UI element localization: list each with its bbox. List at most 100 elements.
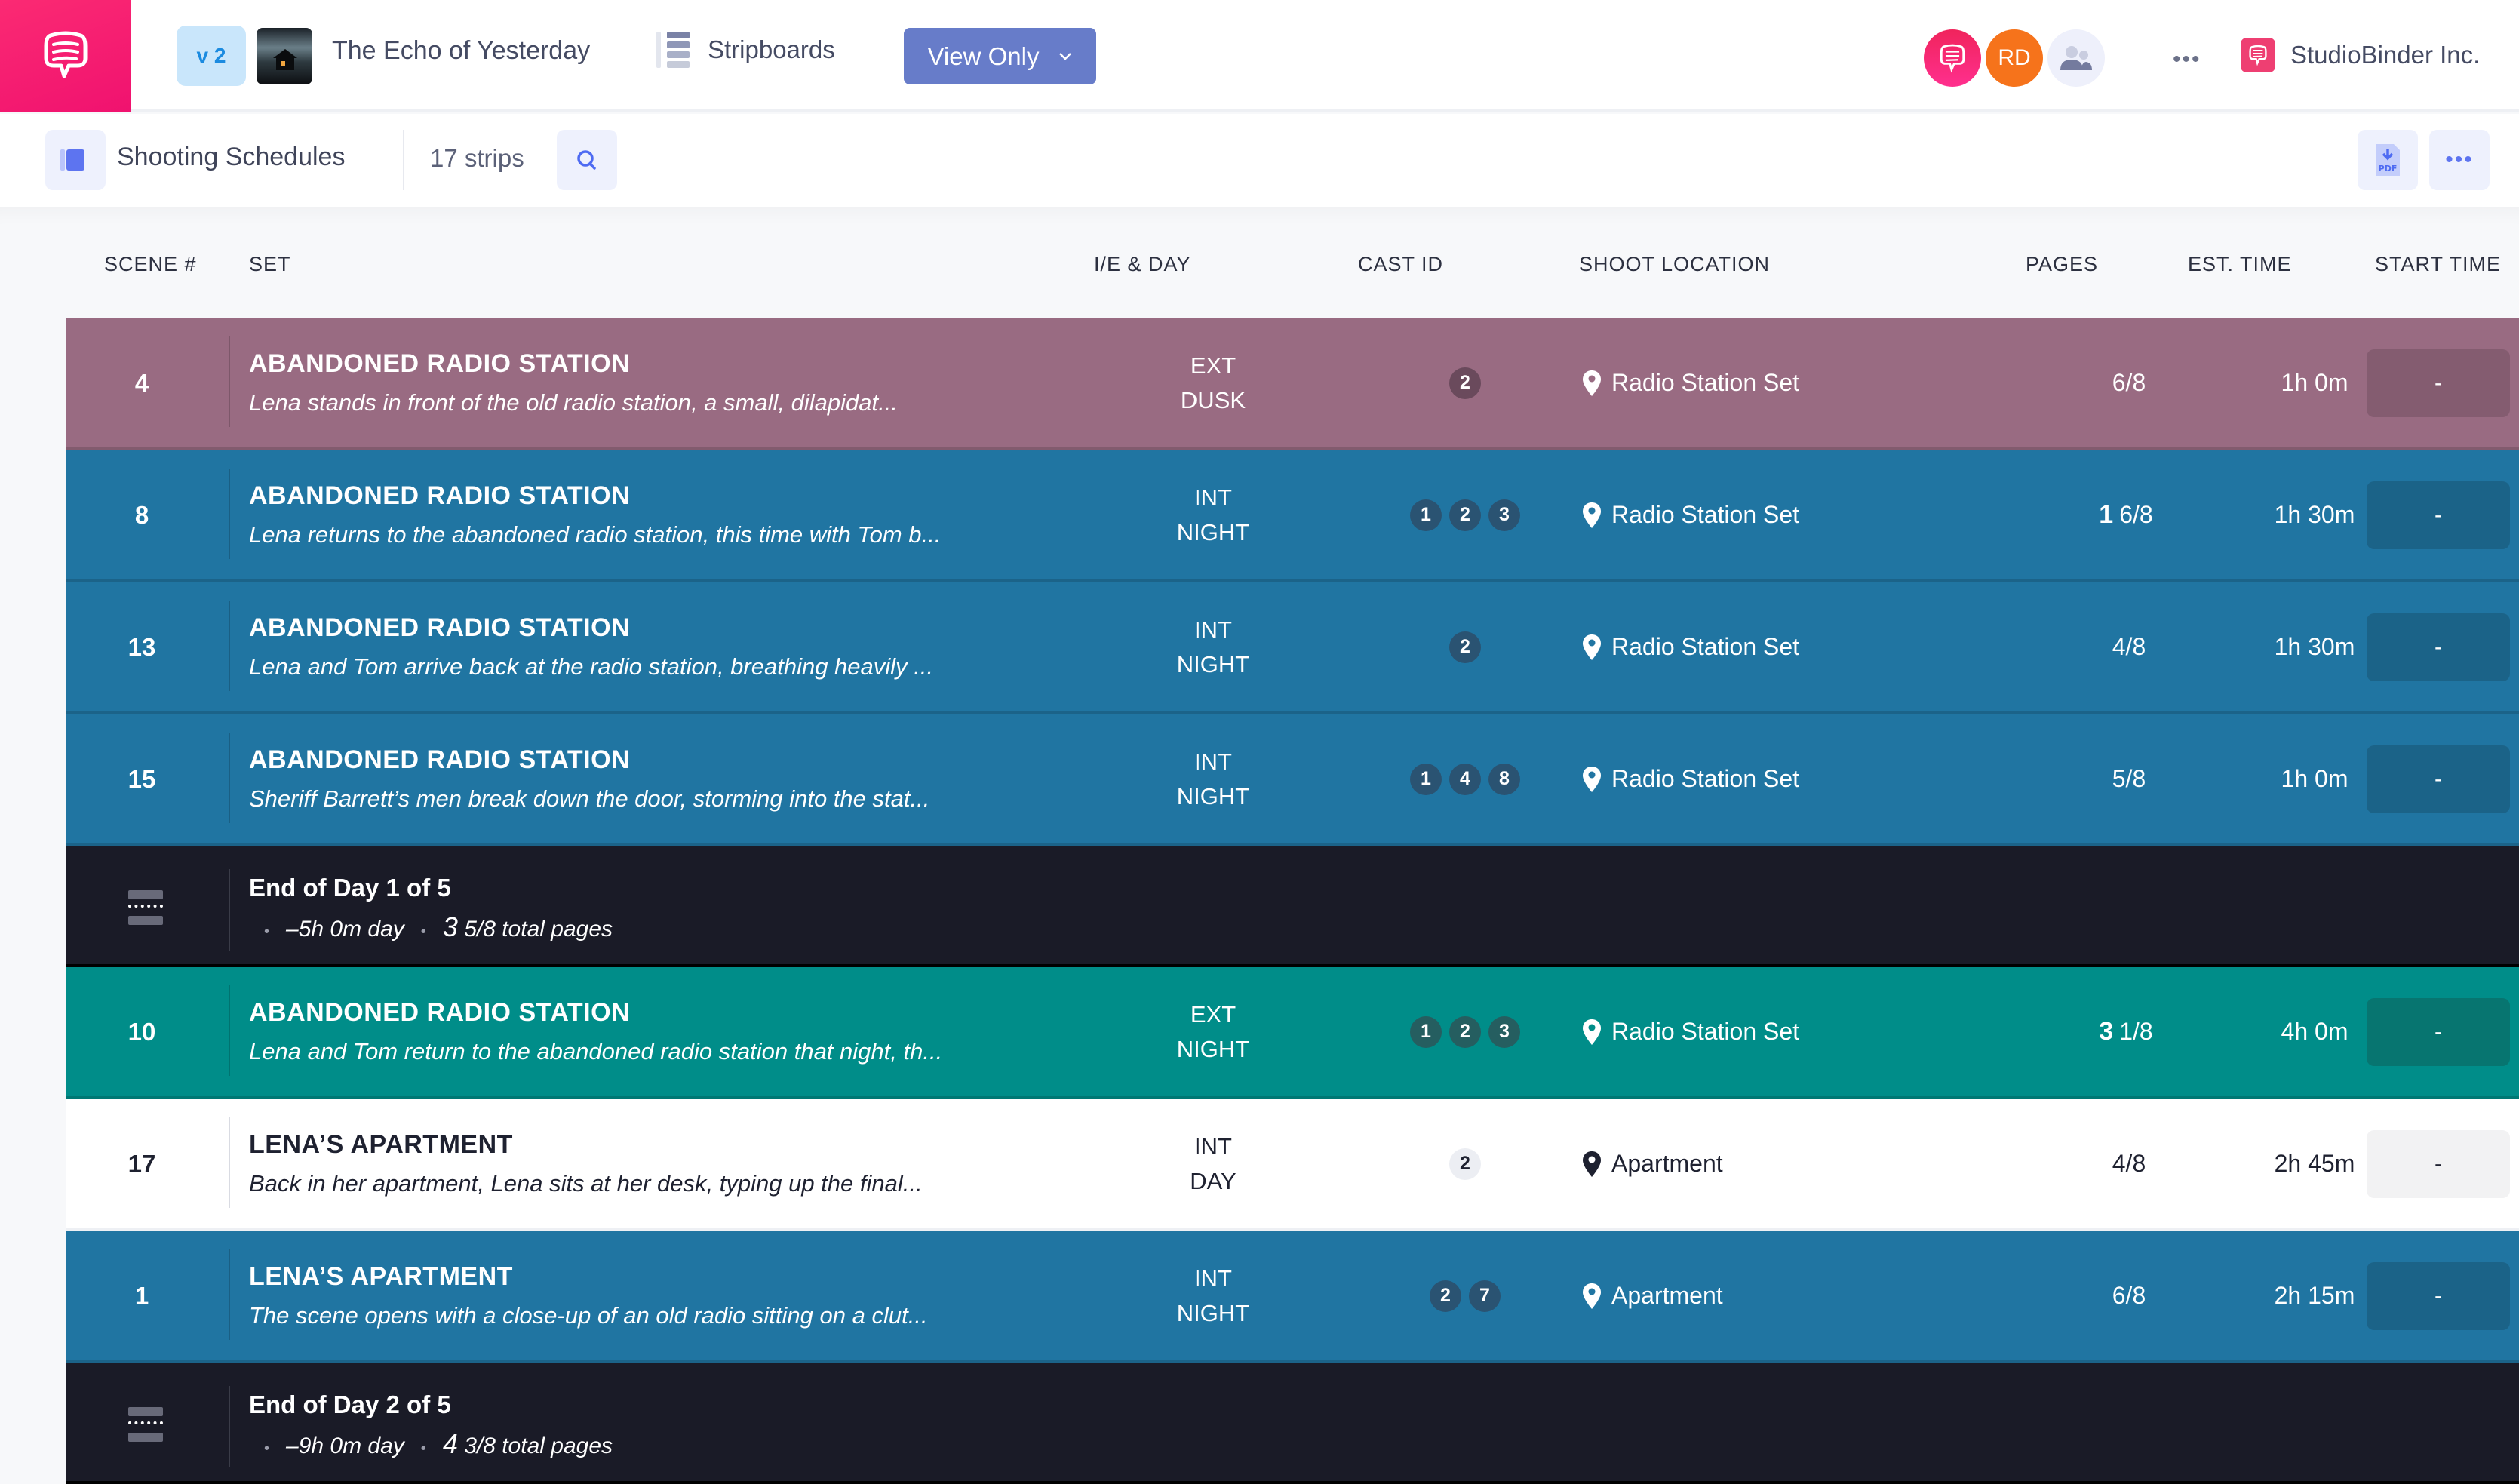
search-button[interactable] [557, 130, 617, 190]
cast-badge[interactable]: 2 [1449, 1015, 1481, 1048]
stripboard: 4 ABANDONED RADIO STATION Lena stands in… [66, 318, 2519, 1484]
cast-badge[interactable]: 2 [1449, 367, 1481, 399]
strip-row[interactable]: 17 LENA’S APARTMENT Back in her apartmen… [66, 1099, 2519, 1231]
day-break-icon [128, 1407, 163, 1442]
scene-description: Lena and Tom return to the abandoned rad… [249, 1038, 943, 1065]
scene-number: 4 [134, 368, 149, 397]
cast-badge[interactable]: 2 [1430, 1280, 1461, 1312]
strip-row[interactable]: 1 LENA’S APARTMENT The scene opens with … [66, 1231, 2519, 1363]
col-est-time[interactable]: EST. TIME [2188, 253, 2292, 276]
location-name: Apartment [1611, 1282, 1723, 1309]
chevron-down-icon [1059, 52, 1072, 60]
studiobinder-logo[interactable] [0, 0, 131, 112]
avatar-studiobinder[interactable] [1924, 29, 1981, 87]
start-time-field[interactable]: - [2367, 745, 2510, 813]
divider [229, 733, 230, 823]
day-pages: 3 5/8 total pages [442, 911, 613, 942]
shoot-location: Radio Station Set [1583, 714, 1998, 843]
start-time-field[interactable]: - [2367, 997, 2510, 1066]
team-members-button[interactable] [2047, 29, 2105, 87]
col-scene[interactable]: SCENE # [104, 253, 197, 276]
shoot-location: Radio Station Set [1583, 582, 1998, 711]
company-switcher[interactable]: StudioBinder Inc. [2241, 38, 2480, 72]
time-of-day: NIGHT [1176, 1035, 1250, 1062]
cast-badge[interactable]: 8 [1488, 763, 1520, 795]
set-cell: LENA’S APARTMENT The scene opens with a … [249, 1231, 1079, 1360]
strip-row[interactable]: 8 ABANDONED RADIO STATION Lena returns t… [66, 450, 2519, 582]
day-break[interactable]: End of Day 2 of 5 • –9h 0m day • 4 3/8 tot… [66, 1363, 2519, 1484]
col-cast[interactable]: CAST ID [1358, 253, 1443, 276]
cast-badge[interactable]: 2 [1449, 1148, 1481, 1180]
cast-ids: 123 [1349, 450, 1581, 579]
schedule-more-button[interactable]: ••• [2429, 130, 2490, 190]
shoot-location: Radio Station Set [1583, 967, 1998, 1096]
cast-badge[interactable]: 2 [1449, 499, 1481, 531]
scene-description: The scene opens with a close-up of an ol… [249, 1302, 928, 1329]
cast-ids: 2 [1349, 318, 1581, 447]
table-header: SCENE # SET I/E & DAY CAST ID SHOOT LOCA… [0, 207, 2519, 318]
location-name: Radio Station Set [1611, 633, 1800, 660]
cast-badge[interactable]: 1 [1410, 1015, 1442, 1048]
ie-day-cell: INT NIGHT [1077, 582, 1349, 711]
day-duration: –5h 0m day [286, 917, 404, 942]
strip-row[interactable]: 4 ABANDONED RADIO STATION Lena stands in… [66, 318, 2519, 450]
pages: 6/8 [2112, 1282, 2146, 1309]
int-ext: INT [1194, 1132, 1232, 1160]
cast-badge[interactable]: 7 [1469, 1280, 1501, 1312]
project-poster [257, 28, 312, 84]
start-time-field[interactable]: - [2367, 481, 2510, 549]
day-break-summary: • –5h 0m day • 3 5/8 total pages [264, 911, 613, 942]
time-of-day: NIGHT [1176, 650, 1250, 677]
int-ext: INT [1194, 1264, 1232, 1292]
avatar-user[interactable]: RD [1986, 29, 2043, 87]
scene-description: Lena and Tom arrive back at the radio st… [249, 653, 934, 680]
location-name: Apartment [1611, 1150, 1723, 1177]
map-pin-icon [1583, 1019, 1601, 1045]
stripboards-nav[interactable]: Stripboards [656, 32, 835, 68]
start-time-field[interactable]: - [2367, 1261, 2510, 1330]
pages: 4/8 [2112, 633, 2146, 660]
strip-row[interactable]: 10 ABANDONED RADIO STATION Lena and Tom … [66, 967, 2519, 1099]
cast-ids: 148 [1349, 714, 1581, 843]
start-time-field[interactable]: - [2367, 349, 2510, 417]
cast-ids: 2 [1349, 1099, 1581, 1228]
col-ied[interactable]: I/E & DAY [1094, 253, 1191, 276]
more-options-button[interactable]: ••• [2173, 47, 2201, 72]
day-break[interactable]: End of Day 1 of 5 • –5h 0m day • 3 5/8 tot… [66, 846, 2519, 967]
col-set[interactable]: SET [249, 253, 291, 276]
start-time-field[interactable]: - [2367, 1129, 2510, 1198]
scene-description: Back in her apartment, Lena sits at her … [249, 1170, 923, 1197]
map-pin-icon [1583, 1151, 1601, 1177]
set-cell: LENA’S APARTMENT Back in her apartment, … [249, 1099, 1079, 1228]
version-badge[interactable]: v 2 [177, 26, 246, 86]
scene-number: 1 [134, 1281, 149, 1310]
time-of-day: NIGHT [1176, 1299, 1250, 1326]
cast-badge[interactable]: 1 [1410, 763, 1442, 795]
strip-row[interactable]: 13 ABANDONED RADIO STATION Lena and Tom … [66, 582, 2519, 714]
cast-badge[interactable]: 3 [1488, 1015, 1520, 1048]
start-time-field[interactable]: - [2367, 613, 2510, 681]
pages: 3 1/8 [2099, 1017, 2153, 1046]
project-title[interactable]: The Echo of Yesterday [332, 36, 590, 66]
cast-badge[interactable]: 1 [1410, 499, 1442, 531]
divider [229, 1249, 230, 1340]
view-mode-dropdown[interactable]: View Only [904, 28, 1096, 84]
export-pdf-button[interactable]: PDF [2358, 130, 2418, 190]
time-of-day: NIGHT [1176, 782, 1250, 810]
scene-number: 10 [127, 1017, 156, 1046]
cast-badge[interactable]: 3 [1488, 499, 1520, 531]
pdf-download-icon: PDF [2376, 144, 2400, 176]
strip-row[interactable]: 15 ABANDONED RADIO STATION Sheriff Barre… [66, 714, 2519, 846]
cast-badge[interactable]: 2 [1449, 631, 1481, 663]
cast-ids: 123 [1349, 967, 1581, 1096]
col-location[interactable]: SHOOT LOCATION [1579, 253, 1770, 276]
set-cell: ABANDONED RADIO STATION Lena stands in f… [249, 318, 1079, 447]
col-pages[interactable]: PAGES [2026, 253, 2098, 276]
col-start-time[interactable]: START TIME [2375, 253, 2501, 276]
strip-count: 17 strips [430, 144, 524, 172]
cast-badge[interactable]: 4 [1449, 763, 1481, 795]
day-break-title: End of Day 1 of 5 [249, 874, 451, 902]
divider [229, 985, 230, 1076]
location-name: Radio Station Set [1611, 369, 1800, 396]
sidebar-toggle-icon[interactable] [45, 130, 106, 190]
